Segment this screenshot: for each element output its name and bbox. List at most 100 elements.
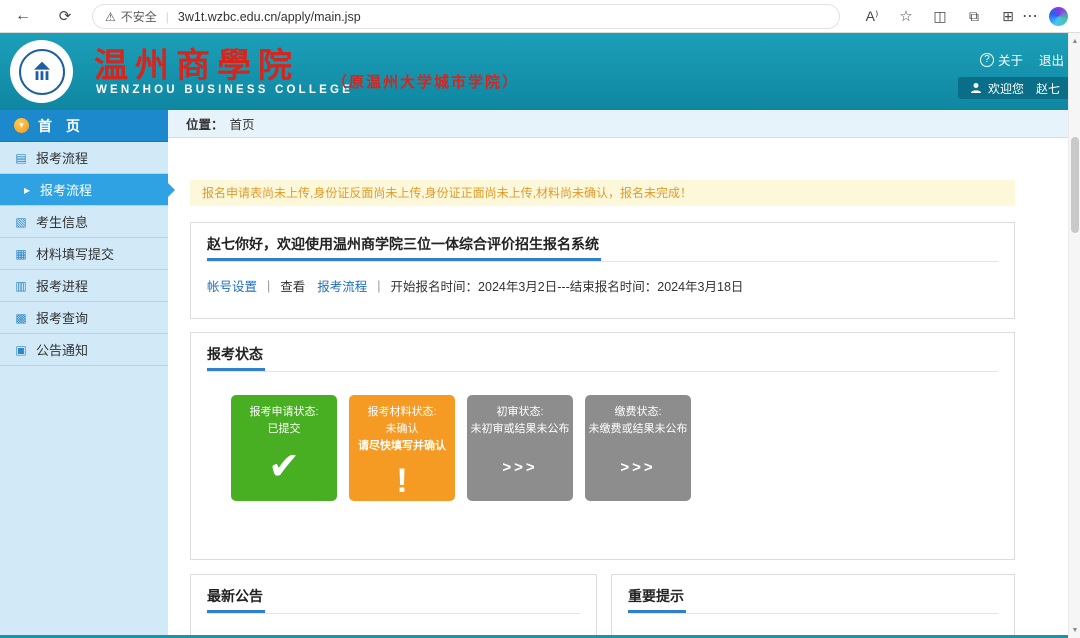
- read-aloud-icon[interactable]: A⁾: [858, 0, 886, 32]
- announcements-card-head: 最新公告: [207, 589, 580, 614]
- scroll-down-icon[interactable]: ▼: [1069, 624, 1080, 636]
- breadcrumb: 位置： 首页: [168, 110, 1068, 138]
- important-tips-card: 重要提示: [611, 574, 1015, 638]
- page-scrollbar[interactable]: ▲ ▼: [1068, 33, 1080, 638]
- status-box-value: 已提交: [268, 421, 301, 438]
- chevrons-icon: >>>: [467, 438, 573, 501]
- college-subtitle: （原温州大学城市学院）: [332, 71, 519, 92]
- greeting-card-head: 赵七你好，欢迎使用温州商学院三位一体综合评价招生报名系统: [207, 237, 998, 262]
- welcome-text: 欢迎您 赵七: [988, 80, 1060, 97]
- college-logo-emblem: [19, 49, 65, 95]
- sidebar-item-application-progress[interactable]: ▥ 报考进程: [0, 270, 168, 302]
- exclamation-icon: !: [349, 455, 455, 512]
- scroll-up-icon[interactable]: ▲: [1069, 35, 1080, 47]
- status-box-label: 报考申请状态:: [249, 404, 318, 421]
- sidebar-item-application-process[interactable]: ▤ 报考流程: [0, 142, 168, 174]
- check-icon: ✔: [231, 438, 337, 501]
- screen: ← ⟳ ⚠ 不安全 | 3w1t.wzbc.edu.cn/apply/main.…: [0, 0, 1080, 638]
- status-boxes: 报考申请状态: 已提交 ✔ 报考材料状态: 未确认 请尽快填写并确认 ! 初审状…: [231, 395, 691, 501]
- quick-links-row: 帐号设置 | 查看 报考流程 | 开始报名时间：2024年3月2日---结束报名…: [207, 276, 998, 295]
- greeting-title: 赵七你好，欢迎使用温州商学院三位一体综合评价招生报名系统: [207, 237, 601, 261]
- address-bar[interactable]: ⚠ 不安全 | 3w1t.wzbc.edu.cn/apply/main.jsp: [92, 4, 840, 29]
- sidebar-item-label: 公告通知: [36, 340, 88, 359]
- tips-card-head: 重要提示: [628, 589, 998, 614]
- main-content: 位置： 首页 报名申请表尚未上传,身份证反面尚未上传,身份证正面尚未上传,材料尚…: [168, 110, 1068, 638]
- split-screen-icon[interactable]: ◫: [926, 0, 954, 32]
- logout-link[interactable]: 退出: [1039, 50, 1064, 69]
- copilot-icon[interactable]: [1044, 0, 1072, 32]
- copilot-dot: [1049, 7, 1068, 26]
- calendar-icon: ▦: [14, 247, 28, 261]
- address-divider: |: [166, 10, 169, 24]
- form-icon: ▧: [14, 215, 28, 229]
- college-name-en: WENZHOU BUSINESS COLLEGE: [96, 84, 353, 96]
- status-box-warn: 请尽快填写并确认: [358, 438, 446, 455]
- collections-icon[interactable]: ⧉: [960, 0, 988, 32]
- status-card-title: 报考状态: [207, 347, 265, 371]
- chevrons-icon: >>>: [585, 438, 691, 501]
- status-box-initial-review[interactable]: 初审状态: 未初审或结果未公布 >>>: [467, 395, 573, 501]
- sidebar-item-announcements[interactable]: ▣ 公告通知: [0, 334, 168, 366]
- incomplete-warning-banner: 报名申请表尚未上传,身份证反面尚未上传,身份证正面尚未上传,材料尚未确认，报名未…: [190, 180, 1015, 206]
- home-icon: ▾: [14, 118, 29, 133]
- calendar-icon: ▥: [14, 279, 28, 293]
- about-label: 关于: [998, 50, 1023, 69]
- greeting-card: 赵七你好，欢迎使用温州商学院三位一体综合评价招生报名系统 帐号设置 | 查看 报…: [190, 222, 1015, 319]
- link-separator: |: [377, 279, 380, 293]
- sidebar: ▾ 首 页 ▤ 报考流程 ▸ 报考流程 ▧ 考生信息 ▦ 材料填写提交 ▥ 报考…: [0, 110, 168, 638]
- sidebar-item-label: 报考流程: [36, 148, 88, 167]
- sidebar-item-application-query[interactable]: ▩ 报考查询: [0, 302, 168, 334]
- status-box-label: 报考材料状态:: [367, 404, 436, 421]
- registration-dates-text: 开始报名时间：2024年3月2日---结束报名时间：2024年3月18日: [391, 276, 744, 295]
- application-process-link[interactable]: 报考流程: [317, 276, 367, 295]
- user-icon: [970, 82, 982, 94]
- sidebar-item-label: 报考进程: [36, 276, 88, 295]
- tips-title: 重要提示: [628, 589, 686, 613]
- view-label[interactable]: 查看: [280, 276, 305, 295]
- sidebar-item-material-submit[interactable]: ▦ 材料填写提交: [0, 238, 168, 270]
- app-header: 温州商學院 WENZHOU BUSINESS COLLEGE （原温州大学城市学…: [0, 33, 1080, 110]
- sidebar-subitem-application-process[interactable]: ▸ 报考流程: [0, 174, 168, 206]
- favorites-icon[interactable]: ☆: [892, 0, 920, 32]
- college-name-zh: 温州商學院: [94, 38, 299, 87]
- list-icon: ▤: [14, 151, 28, 165]
- scrollbar-thumb[interactable]: [1071, 137, 1079, 233]
- sidebar-item-label: 报考查询: [36, 308, 88, 327]
- status-box-value: 未初审或结果未公布: [471, 421, 570, 438]
- status-box-payment[interactable]: 缴费状态: 未缴费或结果未公布 >>>: [585, 395, 691, 501]
- sidebar-item-label: 报考流程: [40, 180, 92, 199]
- security-label[interactable]: 不安全: [121, 8, 157, 25]
- not-secure-warning-icon: ⚠: [105, 10, 116, 24]
- status-box-value: 未缴费或结果未公布: [589, 421, 688, 438]
- sidebar-item-candidate-info[interactable]: ▧ 考生信息: [0, 206, 168, 238]
- status-card-head: 报考状态: [207, 347, 998, 372]
- sidebar-item-label: 考生信息: [36, 212, 88, 231]
- status-box-value: 未确认: [386, 421, 419, 438]
- link-separator: |: [267, 279, 270, 293]
- about-link[interactable]: ? 关于: [980, 50, 1023, 69]
- message-icon: ▣: [14, 343, 28, 357]
- status-box-label: 初审状态:: [496, 404, 543, 421]
- breadcrumb-label: 位置：: [186, 114, 224, 133]
- sidebar-item-label: 材料填写提交: [36, 244, 114, 263]
- sidebar-item-home[interactable]: ▾ 首 页: [0, 110, 168, 142]
- header-links: ? 关于 退出: [980, 50, 1064, 69]
- announcements-title: 最新公告: [207, 589, 265, 613]
- browser-toolbar: ← ⟳ ⚠ 不安全 | 3w1t.wzbc.edu.cn/apply/main.…: [0, 0, 1080, 33]
- url-text[interactable]: 3w1t.wzbc.edu.cn/apply/main.jsp: [178, 10, 361, 24]
- help-icon: ?: [980, 53, 994, 67]
- logout-label: 退出: [1039, 50, 1064, 69]
- refresh-icon[interactable]: ⟳: [50, 0, 80, 32]
- back-icon[interactable]: ←: [8, 0, 38, 32]
- account-settings-link[interactable]: 帐号设置: [207, 276, 257, 295]
- college-logo: [10, 40, 73, 103]
- welcome-badge[interactable]: 欢迎您 赵七: [958, 77, 1072, 99]
- application-status-card: 报考状态 报考申请状态: 已提交 ✔ 报考材料状态: 未确认 请尽快填写并确认 …: [190, 332, 1015, 560]
- status-box-materials[interactable]: 报考材料状态: 未确认 请尽快填写并确认 !: [349, 395, 455, 501]
- status-box-label: 缴费状态:: [614, 404, 661, 421]
- arrow-right-icon: ▸: [22, 183, 32, 197]
- sidebar-home-label: 首 页: [38, 116, 80, 136]
- settings-more-icon[interactable]: ⋯: [1016, 0, 1044, 32]
- breadcrumb-value[interactable]: 首页: [230, 114, 255, 133]
- status-box-application[interactable]: 报考申请状态: 已提交 ✔: [231, 395, 337, 501]
